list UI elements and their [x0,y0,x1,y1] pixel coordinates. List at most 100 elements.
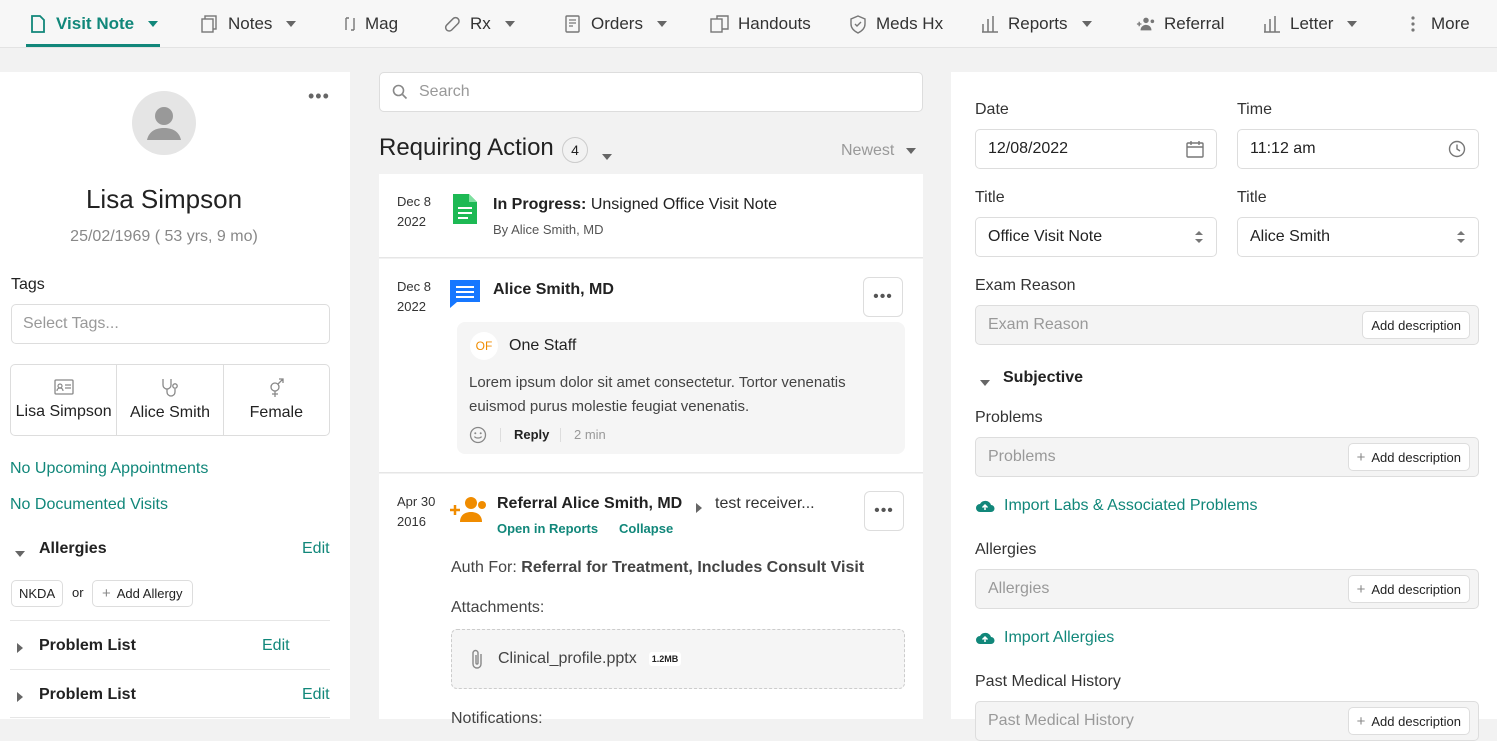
nkda-chip[interactable]: NKDA [11,580,64,607]
caret-down-icon [980,380,990,386]
allergies-field[interactable]: Allergies + Add description [975,569,1479,609]
emoji-icon[interactable] [469,426,487,449]
tab-more[interactable]: More [1403,0,1470,48]
id-card-icon [54,379,74,395]
date-year: 2022 [397,299,426,314]
add-description-button[interactable]: + Add description [1347,443,1470,471]
add-description-button[interactable]: + Add description [1347,575,1470,603]
visit-title-select[interactable]: Office Visit Note [975,217,1217,257]
import-allergies-link[interactable]: Import Allergies [975,629,1114,647]
tab-notes[interactable]: Notes [200,0,297,48]
tab-visit-note[interactable]: Visit Note [28,0,159,48]
no-visits-link[interactable]: No Documented Visits [10,496,168,514]
tab-label: Handouts [738,14,811,33]
problems-field[interactable]: Problems + Add description [975,437,1479,477]
nkda-label: NKDA [19,586,56,601]
pmh-field[interactable]: Past Medical History + Add description [975,701,1479,741]
tab-letter[interactable]: Letter [1262,0,1358,48]
notifications-label: Notifications: [451,710,543,727]
item-options-button[interactable]: ••• [863,277,903,317]
document-icon [28,14,48,34]
field-placeholder: Past Medical History [988,712,1134,729]
date-field[interactable]: 12/08/2022 [975,129,1217,169]
plus-icon: + [1356,712,1366,730]
item-date: Dec 8 2022 [397,277,431,317]
tab-mag[interactable]: Mag [343,0,398,48]
date-label: Date [975,101,1009,118]
open-in-reports-link[interactable]: Open in Reports [497,521,598,536]
search-placeholder: Search [419,83,470,100]
caret-right-icon [17,692,23,702]
tab-label: Notes [228,14,273,33]
orders-icon [563,14,583,34]
reply-button[interactable]: Reply [514,427,549,442]
subjective-toggle[interactable] [980,373,990,391]
add-description-button[interactable]: Add description [1362,311,1470,339]
exam-reason-label: Exam Reason [975,277,1076,294]
sort-arrows-icon [1457,231,1465,243]
divider [10,620,330,621]
ellipsis-icon: ••• [873,288,893,305]
allergies-edit-link[interactable]: Edit [302,540,330,558]
action-item[interactable]: Apr 30 2016 Referral Alice Smith, MD test… [379,474,923,727]
sort-select[interactable]: Newest [841,142,917,160]
patient-info-cell[interactable]: Alice Smith [117,365,224,435]
provider-select[interactable]: Alice Smith [1237,217,1479,257]
allergies-label: Allergies [975,541,1037,558]
tab-reports[interactable]: Reports [980,0,1092,48]
divider [560,428,561,442]
date-value: 12/08/2022 [988,140,1069,157]
allergies-title: Allergies [39,540,107,557]
active-tab-indicator [26,44,160,47]
item-options-button[interactable]: ••• [864,491,904,531]
cloud-upload-icon [976,500,995,512]
tags-select[interactable]: Select Tags... [11,304,330,344]
chat-icon [449,279,481,314]
kebab-icon [1403,14,1423,34]
patient-info-cell[interactable]: Lisa Simpson [11,365,118,435]
time-field[interactable]: 11:12 am [1237,129,1479,169]
add-description-button[interactable]: + Add description [1347,707,1470,735]
problem-list-edit-link[interactable]: Edit [302,686,330,704]
action-item[interactable]: Dec 8 2022 In Progress: Unsigned Office V… [379,174,923,258]
tab-rx[interactable]: Rx [442,0,515,48]
or-text: or [72,585,84,600]
patient-info-cell[interactable]: Female [224,365,329,435]
section-dropdown[interactable] [602,147,612,165]
item-date: Dec 8 2022 [397,192,431,232]
search-icon [392,84,408,100]
message-text: Lorem ipsum dolor sit amet consectetur. … [469,374,846,415]
handouts-icon [710,14,730,34]
date-month-day: Apr 30 [397,494,436,509]
select-value: Alice Smith [1250,228,1331,245]
exam-reason-field[interactable]: Exam Reason Add description [975,305,1479,345]
tab-handouts[interactable]: Handouts [710,0,811,48]
problem-list-edit-link[interactable]: Edit [262,637,290,655]
tab-label: Meds Hx [876,14,944,33]
add-description-label: Add description [1371,449,1461,465]
search-input[interactable]: Search [379,72,923,112]
collapse-link[interactable]: Collapse [619,521,673,536]
plus-icon: + [1356,580,1366,598]
tab-orders[interactable]: Orders [563,0,667,48]
item-subtitle: By Alice Smith, MD [493,222,604,237]
item-status: In Progress: [493,196,587,213]
tab-referral[interactable]: Referral [1136,0,1224,48]
section-title: Requiring Action [379,134,554,161]
stethoscope-icon [162,379,178,397]
allergies-toggle[interactable] [15,544,25,562]
problem-list-toggle[interactable] [17,689,23,707]
no-appointments-link[interactable]: No Upcoming Appointments [10,460,208,478]
attachment-item[interactable]: Clinical_profile.pptx 1.2MB [451,629,905,689]
tab-meds-hx[interactable]: Meds Hx [848,0,943,48]
add-allergy-button[interactable]: + Add Allergy [92,580,193,607]
clock-icon[interactable] [1448,140,1466,158]
import-labs-link[interactable]: Import Labs & Associated Problems [975,497,1257,515]
add-allergy-label: Add Allergy [116,586,183,601]
visit-note-form: Date Time 12/08/2022 11:12 am Title Titl… [951,72,1497,741]
problem-list-toggle[interactable] [17,640,23,658]
bar-chart-icon [1262,14,1282,34]
action-item[interactable]: Dec 8 2022 Alice Smith, MD ••• OF One Sta… [379,259,923,473]
calendar-icon[interactable] [1186,140,1204,158]
more-options-icon[interactable]: ••• [308,86,330,107]
